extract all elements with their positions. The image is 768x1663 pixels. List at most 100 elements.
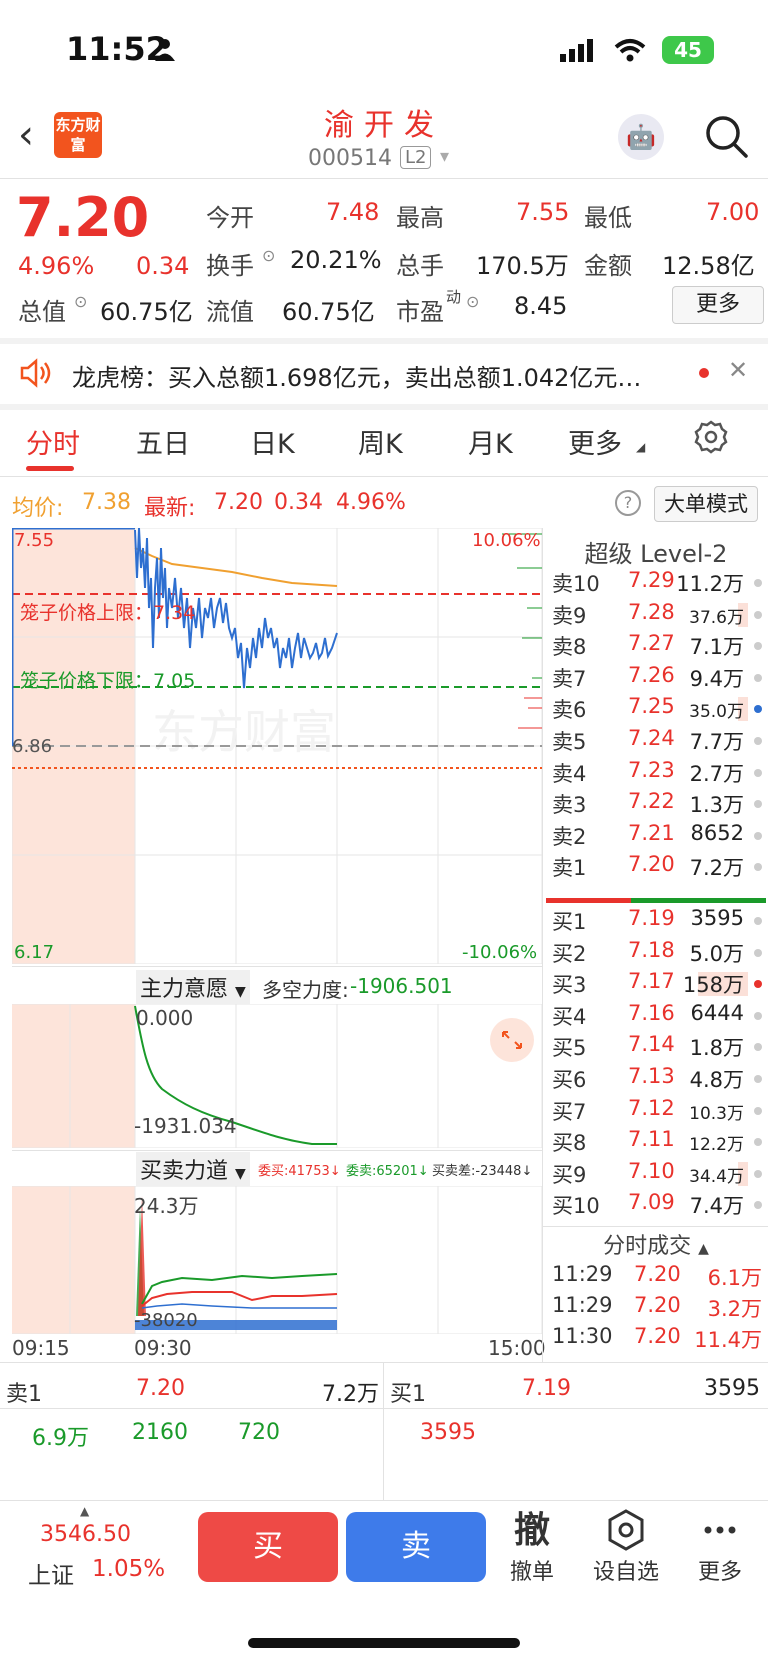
float-label: 流值: [206, 298, 254, 326]
cancel-order-button[interactable]: 撤 撤单: [492, 1508, 572, 1586]
search-icon[interactable]: [702, 112, 752, 162]
info-dots-icon[interactable]: ⊙: [466, 292, 479, 311]
index-name[interactable]: 上证: [28, 1556, 74, 1590]
turnover-value: 20.21%: [290, 246, 382, 274]
bid-volume: 34.4万: [689, 1166, 744, 1187]
index-percent[interactable]: 1.05%: [92, 1556, 165, 1582]
bid-row[interactable]: 买9 7.10 34.4万: [552, 1159, 762, 1190]
tab-5day[interactable]: 五日: [136, 422, 190, 461]
intraday-price-chart[interactable]: 东方财富: [12, 528, 542, 964]
bid-row[interactable]: 买8 7.11 12.2万: [552, 1127, 762, 1158]
ask-row[interactable]: 卖7 7.26 9.4万: [552, 663, 762, 694]
status-dot: [754, 1043, 762, 1052]
pe-label: 市盈: [396, 298, 444, 326]
status-dot: [754, 705, 762, 714]
amount-value: 12.58亿: [662, 252, 755, 280]
sell-button[interactable]: 卖: [346, 1512, 486, 1582]
ask-row[interactable]: 卖9 7.28 37.6万: [552, 600, 762, 631]
settings-icon[interactable]: [694, 420, 728, 454]
bid-row[interactable]: 买1 7.19 3595: [552, 906, 762, 937]
main-force-chart[interactable]: [12, 1004, 542, 1148]
status-dot: [754, 768, 762, 777]
dragon-tiger-banner[interactable]: 龙虎榜：买入总额1.698亿元，卖出总额1.042亿元…: [72, 358, 682, 393]
sell-detail-1: 6.9万: [32, 1426, 89, 1451]
ask-price: 7.21: [628, 820, 675, 845]
status-dot: [754, 737, 762, 745]
status-dot: [754, 800, 762, 809]
divider: [0, 1362, 768, 1363]
divider: [0, 404, 768, 410]
wifi-icon: [614, 39, 646, 62]
bid-price: 7.14: [628, 1032, 675, 1057]
tab-weekly-k[interactable]: 周K: [358, 422, 403, 461]
bid-volume: 10.3万: [689, 1103, 744, 1124]
index-price[interactable]: 3546.50: [40, 1522, 131, 1547]
ask-row[interactable]: 卖6 7.25 35.0万: [552, 694, 762, 725]
order-book-title[interactable]: 超级 Level-2: [544, 534, 768, 569]
tab-active-indicator: [26, 466, 74, 471]
add-watchlist-button[interactable]: 设自选: [586, 1508, 666, 1586]
ask-level-label: 卖8: [552, 635, 587, 660]
ask-row[interactable]: 卖8 7.27 7.1万: [552, 631, 762, 662]
big-order-mode-button[interactable]: 大单模式: [654, 486, 758, 522]
info-dots-icon[interactable]: ⊙: [262, 246, 275, 265]
y-axis-mid: 6.86: [12, 736, 53, 757]
ask-row[interactable]: 卖4 7.23 2.7万: [552, 758, 762, 789]
indicator1-bottom: -1931.034: [134, 1114, 237, 1138]
y-axis-top: 7.55: [14, 530, 55, 551]
ask-level-label: 卖6: [552, 698, 587, 723]
buy-sell-force-chart[interactable]: [12, 1186, 542, 1334]
more-menu-button[interactable]: 更多: [680, 1508, 760, 1586]
more-button[interactable]: 更多: [672, 286, 764, 324]
ask-row[interactable]: 卖10 7.29 11.2万: [552, 568, 762, 599]
level2-badge: L2: [400, 146, 432, 169]
bid-row[interactable]: 买4 7.16 6444: [552, 1001, 762, 1032]
ask-row[interactable]: 卖5 7.24 7.7万: [552, 726, 762, 757]
home-indicator[interactable]: [248, 1638, 520, 1648]
close-icon[interactable]: ✕: [728, 356, 748, 384]
ask-row[interactable]: 卖2 7.21 8652: [552, 821, 762, 852]
robot-icon[interactable]: 🤖: [618, 114, 664, 160]
trades-title[interactable]: 分时成交 ▲: [544, 1228, 768, 1260]
indicator1-selector[interactable]: 主力意愿 ▼: [136, 970, 250, 1004]
trade-price: 7.20: [634, 1324, 681, 1348]
bid-row[interactable]: 买5 7.14 1.8万: [552, 1032, 762, 1063]
buy-button[interactable]: 买: [198, 1512, 338, 1582]
tab-daily-k[interactable]: 日K: [250, 422, 295, 461]
status-dot: [754, 1011, 762, 1020]
ask-price: 7.20: [628, 852, 675, 877]
ask-volume: 11.2万: [676, 572, 744, 596]
bid-price: 7.13: [628, 1064, 675, 1088]
bid-row[interactable]: 买6 7.13 4.8万: [552, 1064, 762, 1095]
bid-price: 7.11: [628, 1127, 675, 1152]
tab-intraday[interactable]: 分时: [26, 422, 80, 461]
bid-row[interactable]: 买7 7.12 10.3万: [552, 1096, 762, 1127]
status-dot: [754, 673, 762, 682]
ask-row[interactable]: 卖1 7.20 7.2万: [552, 852, 762, 883]
triangle-icon: ◢: [636, 440, 646, 454]
bid-row[interactable]: 买10 7.09 7.4万: [552, 1190, 762, 1221]
status-dot: [754, 948, 762, 957]
help-icon[interactable]: ?: [615, 490, 641, 516]
signal-icon: [560, 39, 593, 62]
divider: [0, 476, 768, 477]
bid-level-label: 买9: [552, 1162, 587, 1187]
change-percent: 4.96%: [18, 252, 95, 280]
bid-level-label: 买3: [552, 973, 587, 998]
trade-time: 11:30: [552, 1324, 613, 1348]
bid-row[interactable]: 买3 7.17 158万: [552, 969, 762, 1000]
time-end: 15:00: [488, 1336, 546, 1360]
bid-row[interactable]: 买2 7.18 5.0万: [552, 938, 762, 969]
tab-more[interactable]: 更多: [568, 422, 622, 461]
tab-monthly-k[interactable]: 月K: [468, 422, 513, 461]
indicator2-selector[interactable]: 买卖力道 ▼: [136, 1152, 250, 1186]
indicator1-name: 主力意愿: [140, 977, 229, 1002]
status-bar: 11:52 45: [0, 0, 768, 100]
cancel-icon: 撤: [513, 1510, 550, 1551]
latest-percent: 4.96%: [336, 490, 406, 515]
info-dots-icon[interactable]: ⊙: [74, 292, 87, 311]
ask-price: 7.25: [628, 694, 675, 719]
ask-row[interactable]: 卖3 7.22 1.3万: [552, 789, 762, 820]
bid-price: 7.17: [628, 969, 675, 994]
chevron-down-icon[interactable]: ▾: [440, 146, 449, 167]
